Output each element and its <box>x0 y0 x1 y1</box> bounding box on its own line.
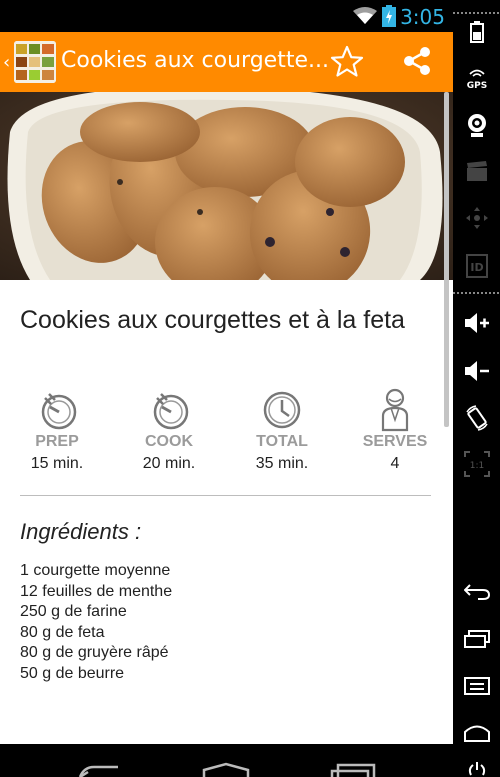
battery-control[interactable] <box>453 21 500 43</box>
menu-icon <box>463 677 490 695</box>
recent-apps-icon[interactable] <box>330 762 376 777</box>
power-control[interactable] <box>453 762 500 777</box>
ingredient-item: 1 courgette moyenne <box>20 562 171 579</box>
ingredient-item: 80 g de feta <box>20 623 105 641</box>
up-caret-icon[interactable]: ‹ <box>3 52 10 73</box>
page-title: Cookies aux courgette... <box>61 48 329 73</box>
menu-control[interactable] <box>453 677 500 695</box>
back-icon <box>463 584 490 600</box>
stat-label: SERVES <box>362 433 428 450</box>
timer-icon <box>153 393 189 430</box>
recent-apps-icon <box>463 630 490 648</box>
power-icon <box>468 762 485 776</box>
back-control[interactable] <box>453 582 500 600</box>
gps-label: GPS <box>466 81 486 90</box>
stat-cook: COOK 20 min. <box>119 386 219 473</box>
stat-value: 15 min. <box>30 455 84 472</box>
dpad-icon <box>465 207 488 229</box>
rotate-icon <box>465 405 488 431</box>
scrollbar[interactable] <box>444 92 449 427</box>
ingredients-heading: Ingrédients : <box>20 519 142 544</box>
emulator-side-panel: GPS ID 1:1 <box>453 0 500 777</box>
back-icon[interactable] <box>78 764 122 777</box>
battery-icon <box>469 21 484 43</box>
recipes-app-icon[interactable] <box>14 41 56 83</box>
stat-value: 20 min. <box>142 455 196 472</box>
volume-down-control[interactable] <box>453 360 500 382</box>
chef-icon <box>381 388 409 432</box>
ratio-icon: 1:1 <box>463 451 490 477</box>
webcam-control[interactable] <box>453 113 500 139</box>
recipe-photo <box>0 92 453 280</box>
navigation-bar <box>0 744 453 777</box>
divider <box>20 495 431 496</box>
id-label: ID <box>470 261 483 274</box>
wifi-icon <box>353 7 377 24</box>
volume-up-control[interactable] <box>453 312 500 334</box>
panel-separator <box>453 12 500 14</box>
recent-apps-control[interactable] <box>453 630 500 648</box>
ingredient-item: 250 g de farine <box>20 603 127 620</box>
dpad-control[interactable] <box>453 206 500 230</box>
gps-control[interactable]: GPS <box>453 66 500 90</box>
gps-icon: GPS <box>466 69 487 90</box>
stat-value: 35 min. <box>255 455 309 472</box>
stat-value: 4 <box>390 455 400 472</box>
clock: 3:05 <box>400 5 445 29</box>
device-id-control[interactable]: ID <box>453 254 500 278</box>
clock-icon <box>263 391 301 429</box>
stat-prep: PREP 15 min. <box>7 386 107 473</box>
recipe-title: Cookies aux courgettes et à la feta <box>20 306 405 334</box>
status-bar: 3:05 <box>0 0 453 32</box>
ingredient-item: 80 g de gruyère râpé <box>20 644 169 661</box>
ingredients-list: 1 courgette moyenne 12 feuilles de menth… <box>20 561 172 684</box>
webcam-icon <box>467 114 486 137</box>
volume-down-icon <box>464 361 489 381</box>
home-icon <box>463 725 490 742</box>
action-bar: ‹ Cookies aux courgette... <box>0 32 453 92</box>
ingredient-item: 50 g de beurre <box>20 664 125 682</box>
stat-serves: SERVES 4 <box>345 386 445 473</box>
panel-separator <box>453 292 500 294</box>
id-icon: ID <box>465 254 488 278</box>
ingredient-item: 12 feuilles de menthe <box>20 582 173 600</box>
recipe-content[interactable]: Cookies aux courgettes et à la feta PREP… <box>0 92 453 744</box>
stat-total: TOTAL 35 min. <box>232 386 332 473</box>
home-icon[interactable] <box>202 762 250 777</box>
star-outline-icon[interactable] <box>330 45 364 79</box>
stat-label: TOTAL <box>256 433 308 450</box>
clapperboard-icon <box>466 161 487 181</box>
volume-up-icon <box>464 313 489 333</box>
rotate-control[interactable] <box>453 405 500 431</box>
screen-record-control[interactable] <box>453 160 500 182</box>
share-icon[interactable] <box>402 46 432 76</box>
ratio-label: 1:1 <box>469 461 483 471</box>
timer-icon <box>41 393 77 430</box>
pixel-perfect-control[interactable]: 1:1 <box>453 451 500 477</box>
stat-label: COOK <box>145 433 193 450</box>
stat-label: PREP <box>35 433 79 450</box>
battery-charging-icon <box>382 5 396 27</box>
device-screen: 3:05 ‹ Cookies aux courgette... Cookies … <box>0 0 453 777</box>
home-control[interactable] <box>453 724 500 742</box>
